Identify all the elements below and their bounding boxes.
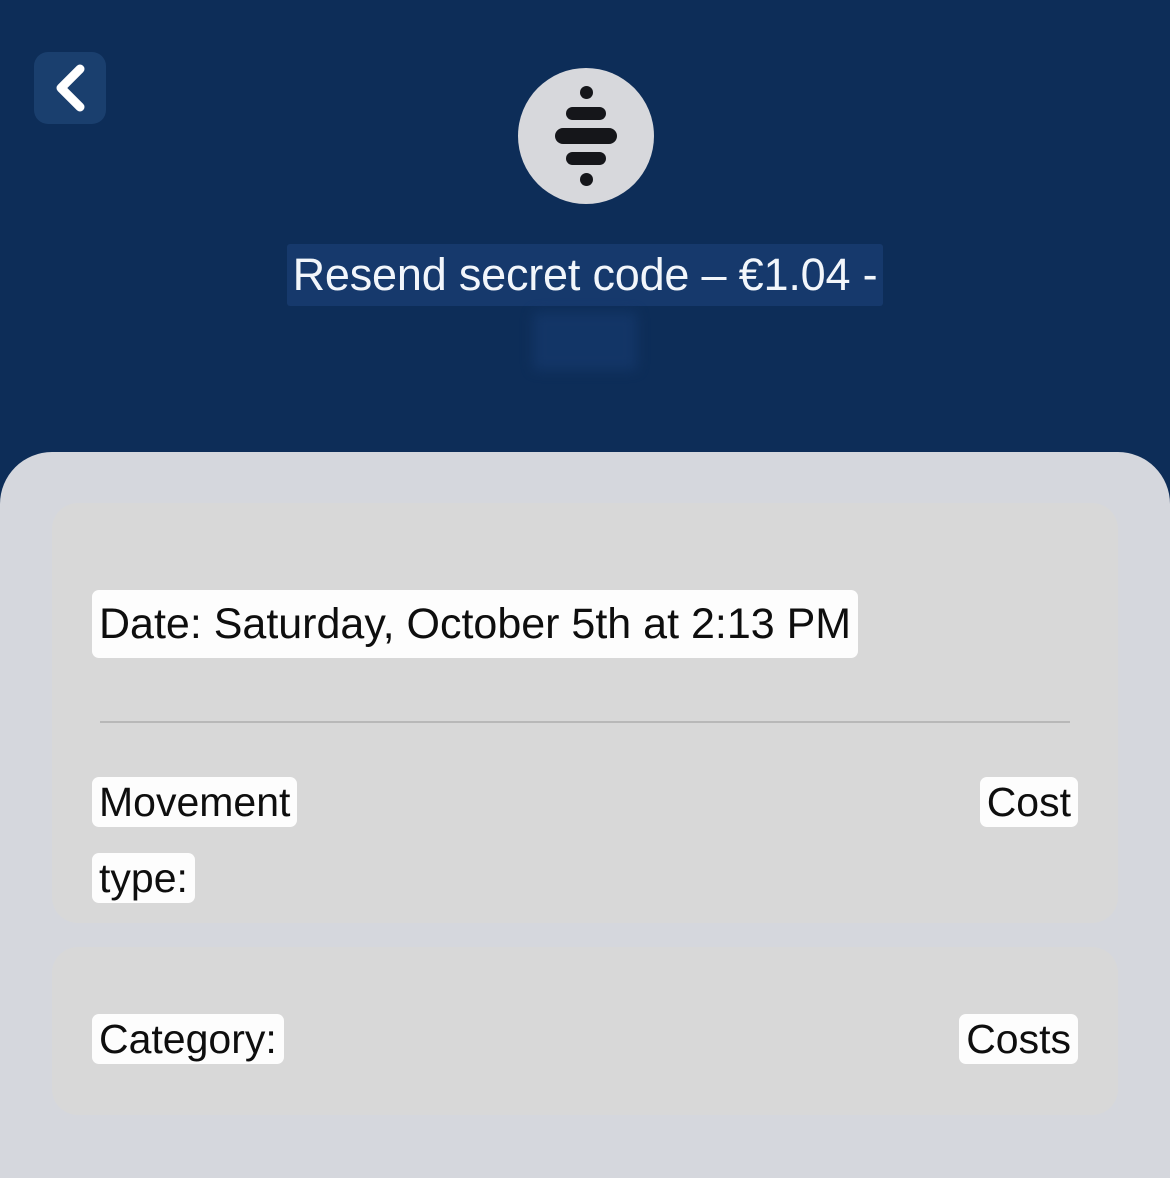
app-header: Resend secret code – €1.04 - -- ---- — [0, 0, 1170, 470]
diamond-bars-icon — [555, 86, 617, 186]
category-label: Category: — [92, 1014, 284, 1064]
transaction-detail-card: Date: Saturday, October 5th at 2:13 PM M… — [52, 503, 1118, 923]
detail-sheet: Date: Saturday, October 5th at 2:13 PM M… — [0, 452, 1170, 1178]
category-row: Category: Costs — [92, 1003, 1078, 1075]
movement-type-label: Movement type: — [92, 766, 298, 914]
card-divider — [100, 721, 1070, 723]
movement-type-label-line-2: type: — [92, 853, 195, 903]
back-button[interactable] — [34, 52, 106, 124]
movement-type-label-line-1: Movement — [92, 777, 298, 827]
date-value: Date: Saturday, October 5th at 2:13 PM — [92, 590, 859, 658]
category-value: Costs — [959, 1014, 1078, 1064]
date-row: Date: Saturday, October 5th at 2:13 PM — [92, 590, 1078, 658]
category-value-wrap: Costs — [959, 1003, 1078, 1075]
avatar — [518, 68, 654, 204]
page-title-text: Resend secret code – €1.04 - — [286, 244, 884, 306]
movement-type-value-wrap: Cost — [979, 766, 1078, 838]
page-subtitle: -- ---- — [0, 312, 1170, 370]
page-subtitle-text: -- ---- — [533, 312, 637, 370]
movement-type-row: Movement type: Cost — [92, 766, 1078, 914]
category-label-wrap: Category: — [92, 1003, 284, 1075]
page-title: Resend secret code – €1.04 - — [0, 244, 1170, 306]
chevron-left-icon — [48, 63, 92, 113]
category-card: Category: Costs — [52, 947, 1118, 1115]
movement-type-value: Cost — [979, 777, 1078, 827]
